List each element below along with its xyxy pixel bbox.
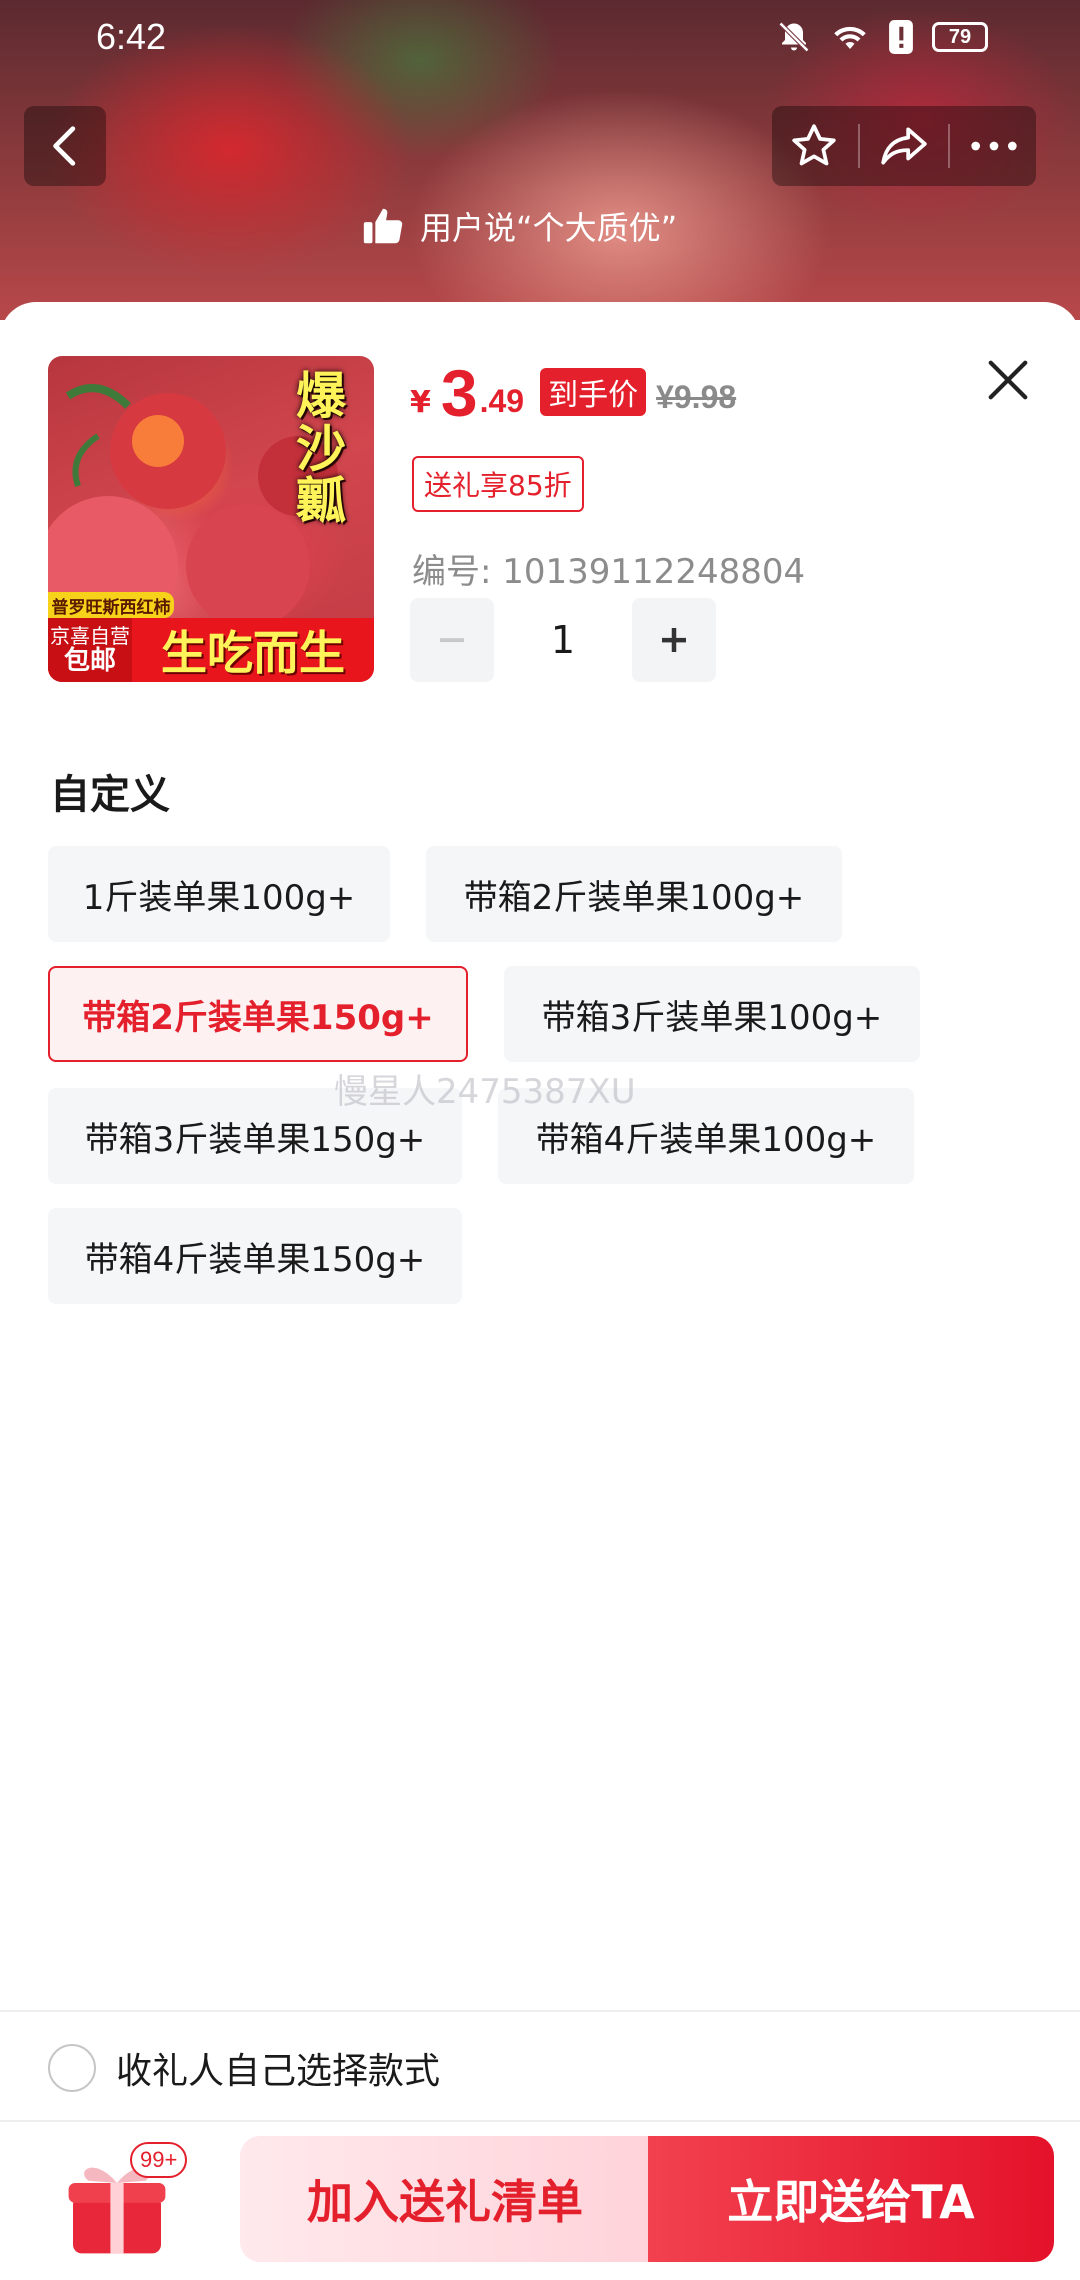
- minus-icon: [440, 638, 464, 643]
- back-button[interactable]: [24, 106, 106, 186]
- nav-separator: [858, 124, 860, 168]
- options-section-title: 自定义: [50, 772, 170, 818]
- battery-level: 79: [948, 25, 972, 48]
- nav-separator: [948, 124, 950, 168]
- user-review-banner: 用户说“个大质优”: [360, 186, 730, 266]
- quantity-stepper: 1: [410, 598, 716, 682]
- back-icon: [53, 126, 76, 166]
- option-1jin-100g[interactable]: 1斤装单果100g+: [48, 846, 390, 942]
- original-price: ¥9.98: [656, 379, 737, 415]
- gift-discount-badge: 送礼享85折: [412, 456, 584, 512]
- banner-text: 用户说“个大质优”: [420, 209, 678, 247]
- gift-list-count-badge: 99+: [130, 2142, 188, 2178]
- option-box-3jin-100g[interactable]: 带箱3斤装单果100g+: [504, 966, 920, 1062]
- alert-icon: [889, 20, 913, 54]
- option-box-2jin-100g[interactable]: 带箱2斤装单果100g+: [426, 846, 842, 942]
- option-box-2jin-150g[interactable]: 带箱2斤装单果150g+: [48, 966, 468, 1062]
- status-icons: 79: [776, 19, 988, 55]
- share-button[interactable]: [864, 106, 944, 186]
- wifi-icon: [834, 26, 866, 49]
- decrease-quantity-button[interactable]: [410, 598, 494, 682]
- recipient-choose-label: 收礼人自己选择款式: [116, 2051, 441, 2092]
- add-to-gift-list-button[interactable]: 加入送礼清单: [240, 2136, 650, 2262]
- status-bar: 6:42 79: [0, 0, 1080, 74]
- divider: [0, 2120, 1080, 2122]
- thumbs-up-icon: [363, 208, 403, 244]
- product-image-bottom-bar: 京喜自营 包邮 生吃而生: [48, 618, 374, 682]
- divider: [0, 2010, 1080, 2012]
- price-row: ¥ 3 .49 到手价 ¥9.98: [410, 356, 737, 430]
- star-icon: [792, 124, 836, 166]
- badge-line1: 京喜自营: [50, 623, 130, 648]
- product-image-slogan: 生吃而生: [161, 626, 345, 680]
- price-integer: 3: [440, 356, 478, 430]
- favorite-button[interactable]: [774, 106, 854, 186]
- plus-icon: [662, 628, 686, 652]
- product-image-tag: 普罗旺斯西红柿: [48, 592, 174, 618]
- watermark: 慢星人2475387XU: [334, 1072, 636, 1112]
- quantity-value[interactable]: 1: [494, 618, 632, 662]
- sku-number: 编号: 10139112248804: [412, 552, 806, 592]
- price-decimal: .49: [479, 383, 525, 419]
- product-image-vertical-text: 爆沙瓤: [296, 367, 346, 530]
- nav-actions: [772, 106, 1036, 186]
- recipient-choose-radio[interactable]: [48, 2044, 96, 2092]
- product-image-badge: 京喜自营 包邮: [48, 618, 132, 682]
- battery-icon: 79: [932, 22, 988, 52]
- price-currency: ¥: [410, 385, 431, 420]
- more-icon: [971, 141, 1017, 151]
- sku-selection-sheet: 爆沙瓤 普罗旺斯西红柿 京喜自营 包邮 生吃而生 ¥ 3 .49 到手价 ¥9.…: [0, 302, 1080, 2280]
- final-price-tag: 到手价: [540, 368, 647, 416]
- status-time: 6:42: [96, 16, 167, 57]
- close-icon: [988, 360, 1028, 400]
- recipient-choose-option[interactable]: 收礼人自己选择款式: [48, 2040, 440, 2096]
- share-icon: [881, 127, 927, 165]
- send-now-button[interactable]: 立即送给TA: [648, 2136, 1054, 2262]
- more-button[interactable]: [954, 106, 1034, 186]
- badge-line2: 包邮: [63, 645, 116, 676]
- option-box-4jin-150g[interactable]: 带箱4斤装单果150g+: [48, 1208, 462, 1304]
- close-button[interactable]: [980, 352, 1036, 408]
- bell-off-icon: [778, 21, 810, 53]
- increase-quantity-button[interactable]: [632, 598, 716, 682]
- product-image: 爆沙瓤 普罗旺斯西红柿 京喜自营 包邮 生吃而生: [48, 356, 374, 682]
